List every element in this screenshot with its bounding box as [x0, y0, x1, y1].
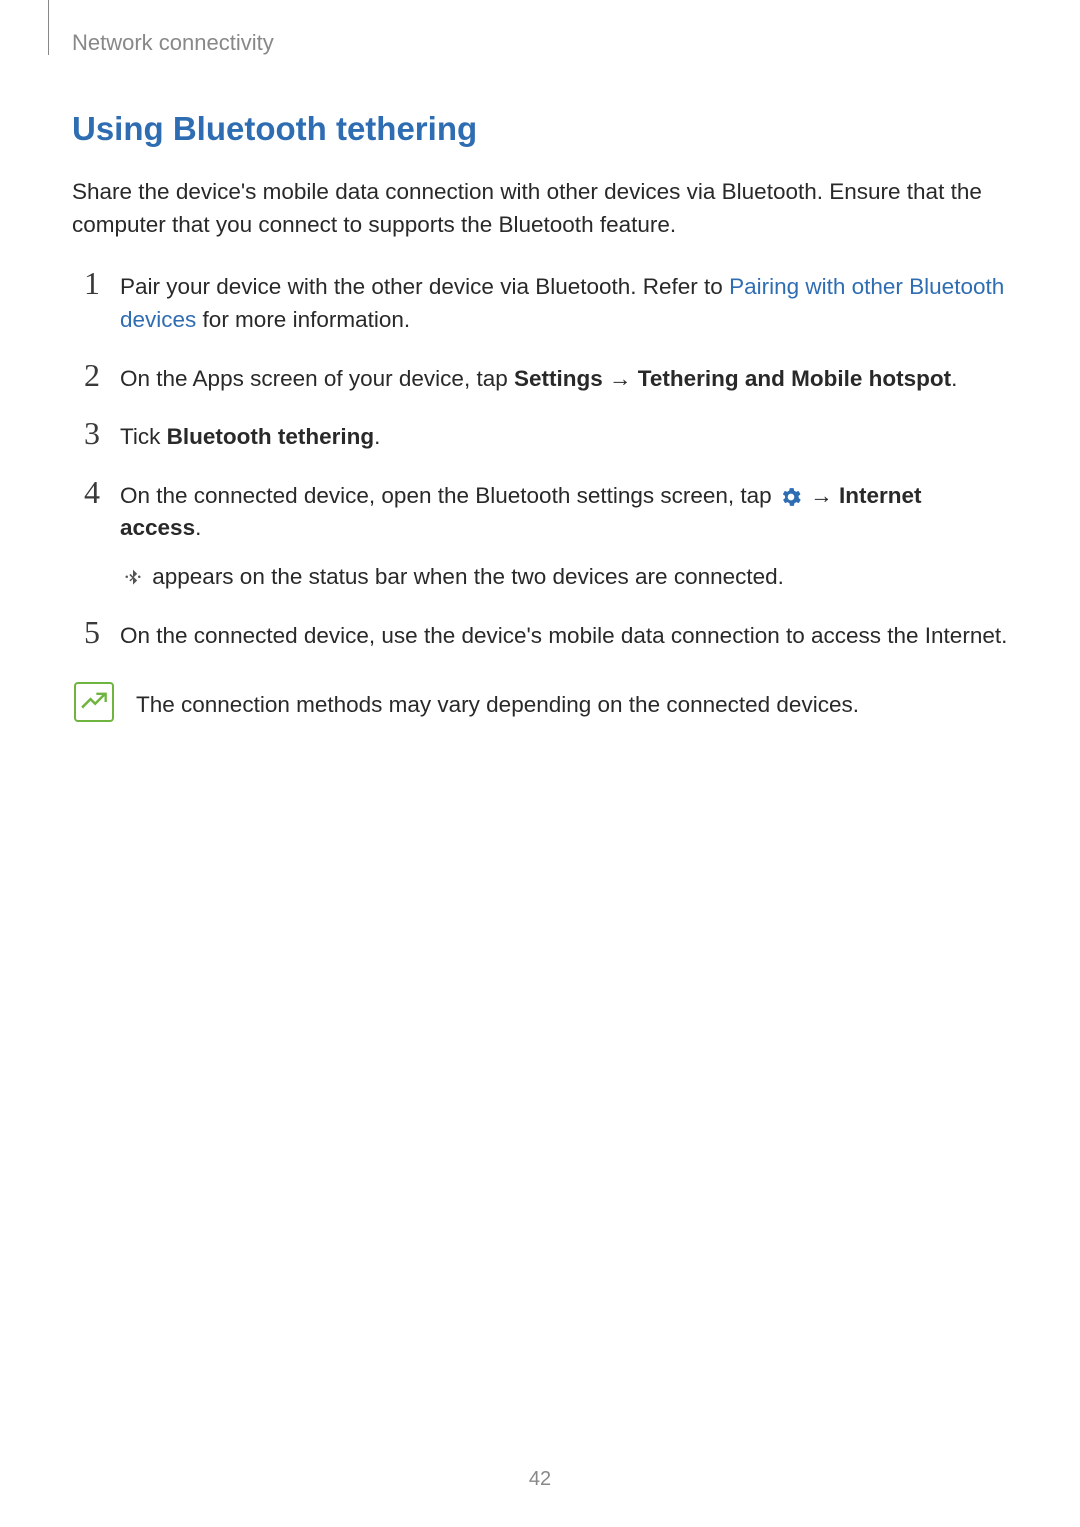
- ui-label-bluetooth-tethering: Bluetooth tethering: [167, 424, 374, 449]
- period: .: [195, 515, 201, 540]
- step-body: On the connected device, use the device'…: [120, 616, 1008, 653]
- note-box: The connection methods may vary dependin…: [72, 682, 1008, 722]
- step-number: 2: [72, 359, 100, 396]
- step-4: 4 On the connected device, open the Blue…: [72, 476, 1008, 594]
- step-1: 1 Pair your device with the other device…: [72, 267, 1008, 336]
- bluetooth-tether-icon: [122, 567, 144, 589]
- note-icon: [74, 682, 114, 722]
- page-side-rule: [48, 0, 49, 55]
- step-text: Tick: [120, 424, 167, 449]
- step-text: On the connected device, open the Blueto…: [120, 483, 778, 508]
- step-body: Tick Bluetooth tethering.: [120, 417, 1008, 454]
- breadcrumb: Network connectivity: [72, 30, 1008, 56]
- page-number: 42: [0, 1468, 1080, 1491]
- steps-list: 1 Pair your device with the other device…: [72, 267, 1008, 652]
- step-body: On the Apps screen of your device, tap S…: [120, 359, 1008, 396]
- step-5: 5 On the connected device, use the devic…: [72, 616, 1008, 653]
- step-number: 3: [72, 417, 100, 454]
- gear-icon: [780, 486, 802, 508]
- step-number: 4: [72, 476, 100, 594]
- step-number: 1: [72, 267, 100, 336]
- step-2: 2 On the Apps screen of your device, tap…: [72, 359, 1008, 396]
- ui-label-settings: Settings: [514, 366, 603, 391]
- step-body: On the connected device, open the Blueto…: [120, 476, 1008, 594]
- ui-label-tethering: Tethering and Mobile hotspot: [638, 366, 951, 391]
- step-3: 3 Tick Bluetooth tethering.: [72, 417, 1008, 454]
- arrow-text: →: [603, 366, 638, 391]
- step-subtext: appears on the status bar when the two d…: [120, 561, 1008, 594]
- intro-paragraph: Share the device's mobile data connectio…: [72, 176, 1008, 241]
- step-text: for more information.: [196, 307, 410, 332]
- page-content: Network connectivity Using Bluetooth tet…: [0, 0, 1080, 722]
- step-text: On the Apps screen of your device, tap: [120, 366, 514, 391]
- arrow-text: →: [804, 483, 839, 508]
- step-body: Pair your device with the other device v…: [120, 267, 1008, 336]
- step-text: Pair your device with the other device v…: [120, 274, 729, 299]
- section-title: Using Bluetooth tethering: [72, 110, 1008, 148]
- note-text: The connection methods may vary dependin…: [136, 682, 1008, 722]
- period: .: [374, 424, 380, 449]
- period: .: [951, 366, 957, 391]
- step-text: appears on the status bar when the two d…: [146, 564, 784, 589]
- step-number: 5: [72, 616, 100, 653]
